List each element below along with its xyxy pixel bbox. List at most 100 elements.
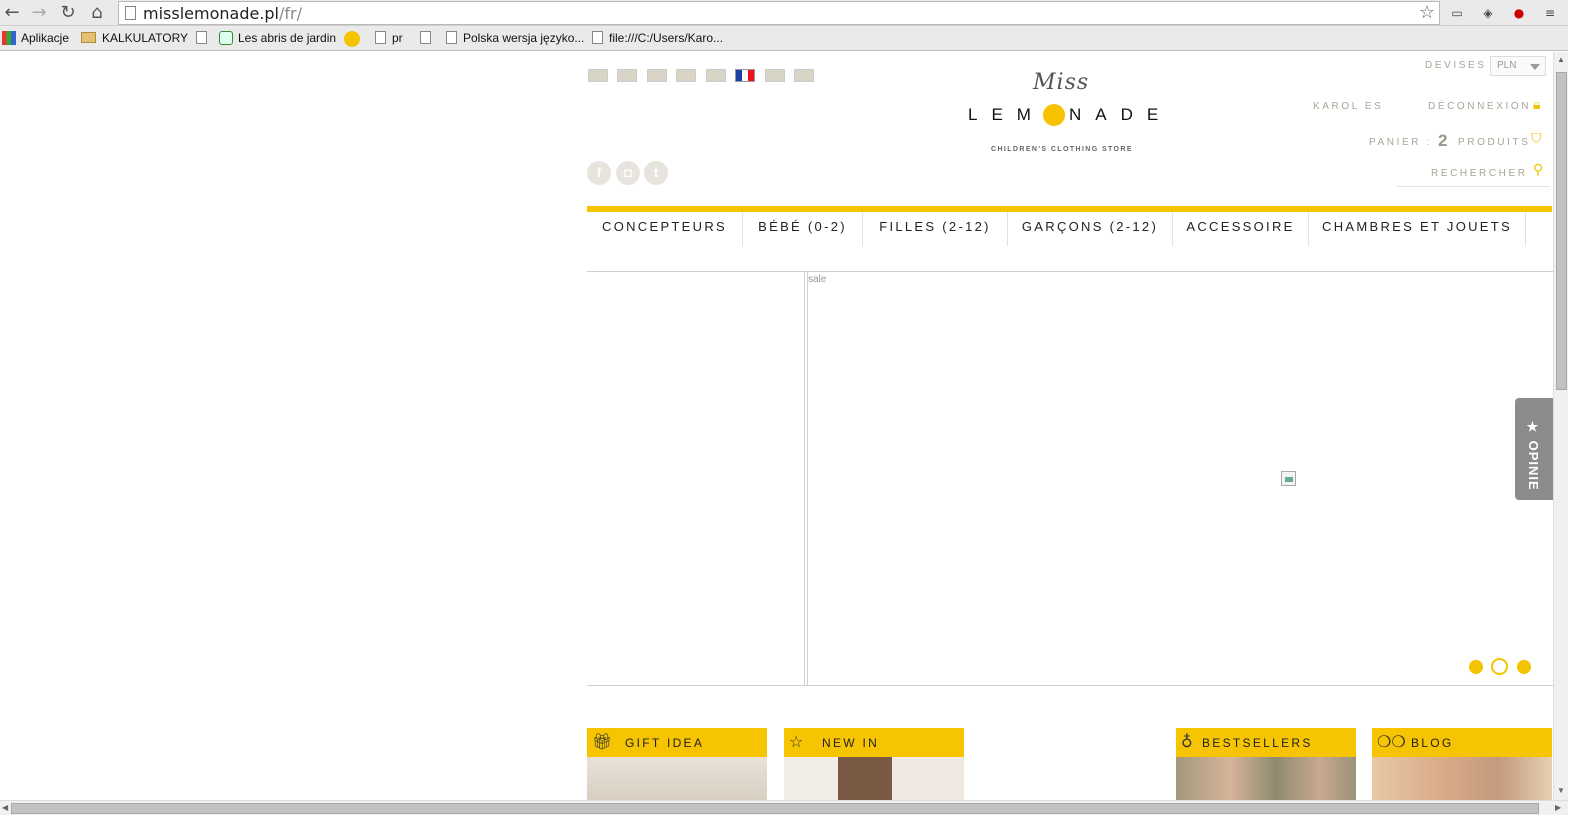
home-icon[interactable]: ⌂: [86, 2, 108, 24]
bookmark-sun[interactable]: [344, 31, 360, 47]
flag-icon[interactable]: [588, 69, 608, 82]
flag-icon[interactable]: [676, 69, 696, 82]
bookmark-folder-kalkulatory[interactable]: KALKULATORY: [81, 31, 188, 45]
user-name[interactable]: KAROL ES: [1313, 101, 1383, 112]
scroll-up-icon[interactable]: ▲: [1557, 55, 1565, 64]
nav-garcons[interactable]: GARÇONS (2-12): [1008, 212, 1172, 246]
lemon-icon: [1043, 104, 1065, 126]
url-text: misslemonade.pl/fr/: [143, 4, 302, 23]
opera-extension-icon[interactable]: ●: [1509, 3, 1529, 23]
bookmark-apps[interactable]: Aplikacje: [2, 31, 69, 45]
promo-image[interactable]: [587, 757, 767, 800]
bookmark-file[interactable]: file:///C:/Users/Karo...: [592, 31, 723, 45]
promo-bestsellers[interactable]: ♁ BESTSELLERS: [1176, 728, 1356, 800]
search-label[interactable]: RECHERCHER: [1431, 168, 1528, 179]
slider-dot[interactable]: [1469, 660, 1483, 674]
scroll-right-icon[interactable]: ▶: [1555, 803, 1561, 812]
chat-bubbles-icon: ❍❍: [1377, 732, 1406, 751]
bookmark-page[interactable]: [420, 31, 437, 45]
extension-icon[interactable]: ◈: [1478, 3, 1498, 23]
promo-image[interactable]: [784, 757, 964, 800]
promo-label: GIFT IDEA: [625, 736, 705, 750]
promo-blog[interactable]: ❍❍ BLOG: [1372, 728, 1552, 800]
promo-image[interactable]: [1372, 757, 1552, 800]
flag-icon[interactable]: [765, 69, 785, 82]
logo-tagline: CHILDREN'S CLOTHING STORE: [991, 146, 1133, 153]
currency-select[interactable]: PLN: [1490, 56, 1546, 76]
back-arrow-icon[interactable]: ←: [1, 2, 23, 24]
search-icon[interactable]: ⚲: [1533, 162, 1543, 178]
main-nav: CONCEPTEURS BÉBÉ (0-2) FILLES (2-12) GAR…: [587, 212, 1552, 246]
menu-icon[interactable]: ≡: [1540, 3, 1560, 23]
window-edge: [1568, 0, 1593, 828]
vertical-scrollbar[interactable]: ▲ ▼: [1553, 52, 1568, 800]
bulb-icon: ♁: [1181, 732, 1193, 751]
promo-bar: ☆ NEW IN: [784, 728, 964, 757]
chevron-down-icon: [1530, 64, 1540, 70]
extension-icon[interactable]: ▭: [1447, 3, 1467, 23]
banner-alt-text: sale: [808, 274, 827, 285]
scroll-down-icon[interactable]: ▼: [1557, 786, 1565, 795]
leaf-icon: [219, 31, 233, 45]
star-icon: ☆: [789, 732, 804, 751]
bookmark-star-icon[interactable]: ☆: [1419, 2, 1435, 23]
flag-icon[interactable]: [706, 69, 726, 82]
slider-dot[interactable]: [1517, 660, 1531, 674]
logo-miss[interactable]: Miss: [1033, 70, 1089, 95]
nav-chambres-et-jouets[interactable]: CHAMBRES ET JOUETS: [1309, 212, 1525, 246]
flag-icon[interactable]: [794, 69, 814, 82]
devises-label: DEVISES: [1425, 60, 1487, 71]
slider-dot-active[interactable]: [1491, 658, 1508, 675]
page-icon: [125, 6, 136, 20]
bookmark-polska-wersja[interactable]: Polska wersja językо...: [446, 31, 584, 45]
forward-arrow-icon[interactable]: →: [28, 2, 50, 24]
content-bottom-border: [587, 685, 1553, 686]
bookmarks-bar: Aplikacje KALKULATORY Les abris de jardi…: [0, 26, 1593, 51]
twitter-icon[interactable]: t: [644, 161, 668, 185]
logo-wordmark[interactable]: LEM NADE: [968, 105, 1172, 125]
flag-icon[interactable]: [647, 69, 667, 82]
promo-label: BESTSELLERS: [1202, 736, 1313, 750]
cart-count[interactable]: 2: [1438, 131, 1447, 151]
scrollbar-thumb[interactable]: [1556, 72, 1567, 390]
folder-icon: [81, 32, 96, 43]
content-divider: [807, 272, 808, 685]
promo-new-in[interactable]: ☆ NEW IN: [784, 728, 964, 800]
nav-filles[interactable]: FILLES (2-12): [863, 212, 1007, 246]
cart-label[interactable]: PANIER :: [1369, 137, 1432, 148]
browser-toolbar: ← → ↻ ⌂ misslemonade.pl/fr/ ☆ ▭ ◈ ● ≡: [0, 0, 1593, 26]
promo-label: BLOG: [1411, 736, 1454, 750]
promo-gift-idea[interactable]: 🎁︎ GIFT IDEA: [587, 728, 767, 800]
bookmark-les-abris[interactable]: Les abris de jardin: [219, 31, 336, 45]
broken-image-icon[interactable]: [1281, 471, 1296, 486]
reload-icon[interactable]: ↻: [57, 2, 79, 24]
opinions-tab-label[interactable]: ★ OPINIE: [1526, 420, 1541, 491]
address-bar[interactable]: misslemonade.pl/fr/ ☆: [118, 1, 1440, 25]
scroll-left-icon[interactable]: ◀: [2, 803, 8, 812]
promo-image[interactable]: [1176, 757, 1356, 800]
basket-icon[interactable]: ⛉: [1531, 131, 1542, 147]
instagram-icon[interactable]: ◘: [616, 161, 640, 185]
nav-bebe[interactable]: BÉBÉ (0-2): [743, 212, 862, 246]
flag-uk-icon[interactable]: [617, 69, 637, 82]
horizontal-scrollbar[interactable]: ◀ ▶: [0, 800, 1568, 815]
promo-label: NEW IN: [822, 736, 880, 750]
nav-divider: [1525, 212, 1526, 246]
bookmark-pr[interactable]: pr: [375, 31, 403, 45]
sidebar-panel: [587, 272, 805, 685]
facebook-icon[interactable]: f: [587, 161, 611, 185]
nav-concepteurs[interactable]: CONCEPTEURS: [587, 212, 742, 246]
lock-icon: 🔒︎: [1533, 97, 1541, 113]
flag-france-icon[interactable]: [735, 69, 755, 82]
apps-grid-icon: [2, 31, 16, 45]
bookmark-page[interactable]: [196, 31, 213, 45]
promo-bar: ❍❍ BLOG: [1372, 728, 1552, 757]
scrollbar-thumb[interactable]: [11, 803, 1539, 814]
page-icon: [196, 31, 207, 44]
cart-unit[interactable]: PRODUITS: [1458, 137, 1530, 148]
nav-accessoire[interactable]: ACCESSOIRE: [1173, 212, 1308, 246]
gift-icon: 🎁︎: [592, 732, 613, 751]
page-viewport: f ◘ t Miss LEM NADE CHILDREN'S CLOTHING S…: [0, 52, 1553, 800]
page-icon: [375, 31, 386, 44]
logout-link[interactable]: DÉCONNEXION: [1428, 101, 1531, 112]
